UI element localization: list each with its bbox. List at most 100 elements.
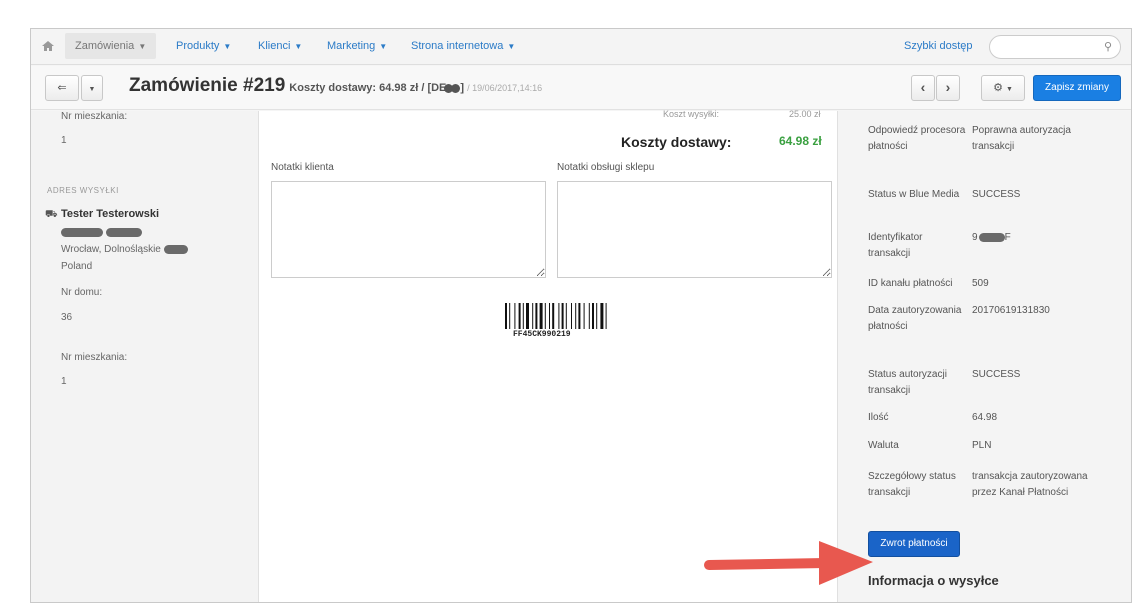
page-title: Zamówienie #219 Koszty dostawy: 64.98 zł … — [129, 75, 542, 97]
search-icon[interactable]: ⚲ — [1104, 40, 1112, 53]
order-date: / 19/06/2017,14:16 — [467, 83, 543, 93]
barcode-bar — [544, 303, 546, 329]
shop-notes-textarea[interactable] — [557, 181, 832, 278]
redacted-mark — [61, 227, 103, 237]
country-value: Poland — [61, 261, 93, 272]
shipping-cost-summary: Koszty dostawy: 64.98 zł / [DE — [289, 82, 447, 94]
search-input[interactable]: ⚲ — [989, 35, 1121, 59]
nav-item-label: Zamówienia — [75, 40, 135, 52]
barcode-bar — [605, 303, 607, 329]
barcode — [505, 303, 607, 329]
order-header: ⇐ ▼ Zamówienie #219 Koszty dostawy: 64.98… — [31, 66, 1131, 110]
shipping-cost-label: Koszt wysyłki: — [663, 109, 720, 119]
home-icon[interactable] — [41, 39, 55, 53]
caret-down-icon: ▼ — [88, 86, 96, 93]
nav-item-label: Strona internetowa — [411, 40, 504, 52]
back-button[interactable]: ⇐ — [45, 75, 79, 101]
barcode-bar — [592, 303, 594, 329]
annotation-arrow-icon — [704, 541, 873, 585]
house-number-value: 36 — [61, 312, 73, 323]
detail-value: PLN — [972, 440, 992, 451]
transaction-id-prefix: 9 — [972, 232, 978, 243]
next-order-button[interactable]: › — [936, 75, 960, 101]
city-line: Wrocław, Dolnośląskie — [61, 244, 188, 255]
barcode-bar — [596, 303, 598, 329]
barcode-bar — [558, 303, 560, 329]
order-subtitle: Koszty dostawy: 64.98 zł / [DE] — [289, 82, 464, 94]
detail-key: ID kanału płatności — [868, 278, 953, 289]
order-number: Zamówienie #219 — [129, 75, 286, 96]
barcode-bar — [518, 303, 521, 329]
detail-value: 509 — [972, 278, 989, 289]
apartment-label: Nr mieszkania: — [61, 352, 128, 363]
nav-item-products[interactable]: Produkty ▼ — [176, 40, 231, 52]
barcode-text: FF45CK990219 — [513, 330, 571, 339]
barcode-bar — [565, 303, 567, 329]
city-text: Wrocław, Dolnośląskie — [61, 244, 161, 255]
caret-down-icon: ▼ — [223, 42, 232, 51]
caret-down-icon: ▼ — [1006, 86, 1013, 93]
nav-item-label: Klienci — [258, 40, 291, 52]
barcode-bar — [549, 303, 550, 329]
nav-item-marketing[interactable]: Marketing ▼ — [327, 40, 387, 52]
detail-value: transakcja zautoryzowana przez Kanał Pła… — [972, 471, 1088, 498]
barcode-bar — [514, 303, 516, 329]
redacted-mark — [163, 244, 188, 254]
quick-access-link[interactable]: Szybki dostęp — [904, 40, 972, 52]
barcode-bar — [583, 303, 585, 329]
barcode-bar — [578, 303, 581, 329]
client-notes-textarea[interactable] — [271, 181, 546, 278]
shop-notes-label: Notatki obsługi sklepu — [557, 162, 655, 173]
back-dropdown-button[interactable]: ▼ — [81, 75, 103, 101]
chevron-left-icon: ‹ — [920, 79, 926, 95]
shipping-cost-value: 25.00 zł — [789, 109, 821, 119]
detail-key: Status w Blue Media — [868, 189, 960, 200]
nav-item-label: Produkty — [176, 40, 220, 52]
chevron-right-icon: › — [945, 79, 951, 95]
save-button[interactable]: Zapisz zmiany — [1033, 75, 1121, 101]
refund-payment-button[interactable]: Zwrot płatności — [868, 531, 960, 557]
detail-key: Waluta — [868, 440, 899, 451]
delivery-cost-value: 64.98 zł — [779, 134, 822, 148]
barcode-bar — [526, 303, 529, 329]
nav-item-website[interactable]: Strona internetowa ▼ — [411, 40, 515, 52]
settings-dropdown-button[interactable]: ⚙ ▼ — [981, 75, 1025, 101]
house-number-label: Nr domu: — [61, 287, 103, 298]
prev-order-button[interactable]: ‹ — [911, 75, 935, 101]
nav-item-orders[interactable]: Zamówienia ▼ — [65, 33, 157, 59]
caret-down-icon: ▼ — [138, 42, 147, 51]
detail-key: Odpowiedź procesora płatności — [868, 125, 966, 152]
app-window: Zamówienia ▼ Produkty ▼ Klienci ▼ Marketing… — [30, 28, 1132, 603]
barcode-bar — [588, 303, 590, 329]
payment-details-panel: Odpowiedź procesora płatności Poprawna a… — [837, 111, 1131, 602]
nav-item-customers[interactable]: Klienci ▼ — [258, 40, 302, 52]
caret-down-icon: ▼ — [379, 42, 388, 51]
detail-value: Poprawna autoryzacja transakcji — [972, 125, 1071, 152]
detail-value: 20170619131830 — [972, 305, 1050, 316]
truck-icon: ⛟ — [45, 209, 58, 220]
barcode-bar — [561, 303, 564, 329]
barcode-bar — [575, 303, 577, 329]
detail-value: SUCCESS — [972, 369, 1021, 380]
barcode-bar — [505, 303, 507, 329]
detail-value: SUCCESS — [972, 189, 1021, 200]
barcode-bar — [532, 303, 534, 329]
customer-name: Tester Testerowski — [61, 208, 160, 220]
detail-key: Data zautoryzowania płatności — [868, 305, 962, 332]
barcode-bar — [600, 303, 604, 329]
caret-down-icon: ▼ — [294, 42, 303, 51]
customer-panel: Nr mieszkania: 1 ADRES WYSYŁKI ⛟ Tester … — [31, 111, 259, 602]
apartment-value: 1 — [61, 376, 67, 387]
back-icon: ⇐ — [57, 82, 67, 94]
detail-value: 64.98 — [972, 412, 998, 423]
detail-key: Szczegółowy status transakcji — [868, 471, 956, 498]
barcode-bar — [522, 303, 524, 329]
detail-key: Status autoryzacji transakcji — [868, 369, 947, 396]
order-main-panel: Koszt wysyłki: 25.00 zł Koszty dostawy: … — [259, 109, 837, 602]
redacted-mark — [978, 232, 1005, 242]
shipping-info-heading: Informacja o wysyłce — [868, 573, 999, 588]
redacted-street — [61, 227, 142, 238]
caret-down-icon: ▼ — [507, 42, 516, 51]
redacted-mark — [105, 227, 142, 237]
detail-key: Ilość — [868, 412, 889, 423]
